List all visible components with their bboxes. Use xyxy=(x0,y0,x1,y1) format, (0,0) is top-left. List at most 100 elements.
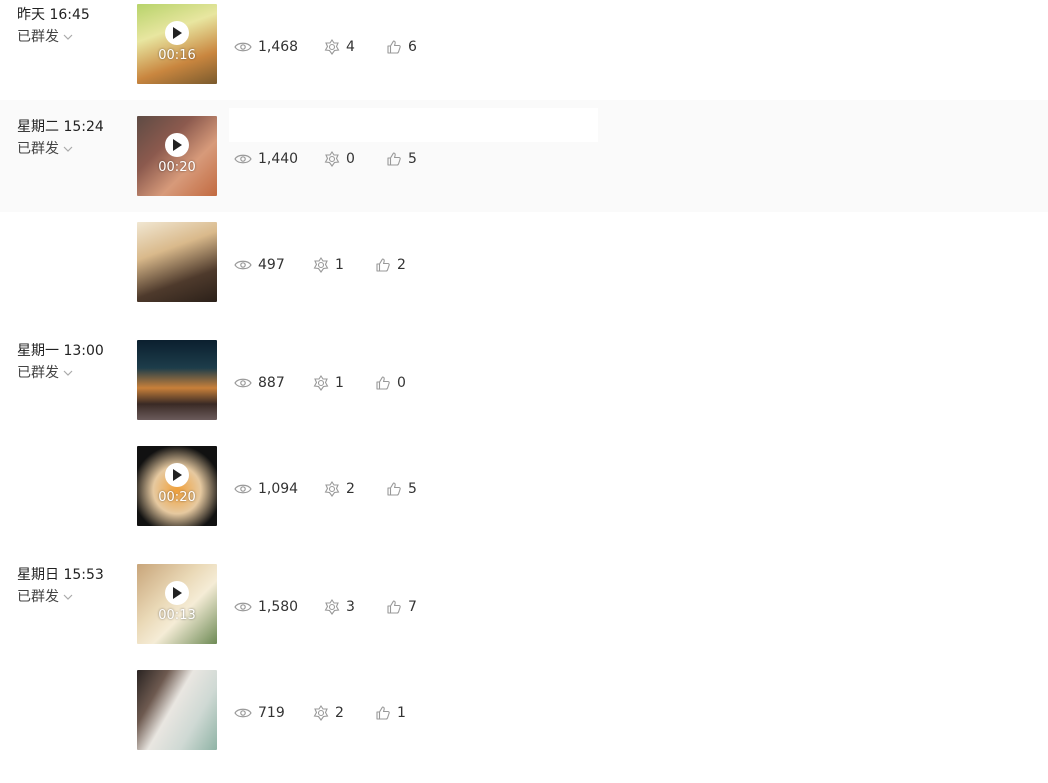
like-count: 5 xyxy=(386,481,417,497)
image-thumbnail[interactable] xyxy=(137,222,217,302)
eye-icon xyxy=(234,708,252,718)
eye-icon xyxy=(234,378,252,388)
post-group-1: 昨天 16:45 已群发 00:16 1,468 4 6 xyxy=(0,0,1048,100)
chevron-down-icon xyxy=(63,34,73,40)
share-count: 2 xyxy=(313,705,375,721)
post-stats: 719 2 1 xyxy=(234,705,406,721)
share-count-value: 3 xyxy=(346,599,355,615)
like-count-value: 6 xyxy=(408,39,417,55)
view-count-value: 719 xyxy=(258,705,285,721)
like-count-value: 2 xyxy=(397,257,406,273)
status-label: 已群发 xyxy=(17,29,59,45)
view-count: 887 xyxy=(234,375,313,391)
view-count-value: 1,440 xyxy=(258,151,299,167)
play-icon[interactable] xyxy=(165,581,189,605)
video-thumbnail[interactable]: 00:20 xyxy=(137,116,217,196)
status-dropdown[interactable]: 已群发 xyxy=(17,362,104,384)
view-count-value: 497 xyxy=(258,257,285,273)
post-time: 星期二 15:24 xyxy=(17,119,104,135)
status-label: 已群发 xyxy=(17,141,59,157)
chevron-down-icon xyxy=(63,594,73,600)
share-flower-icon xyxy=(324,39,340,55)
video-thumbnail[interactable]: 00:20 xyxy=(137,446,217,526)
video-duration: 00:13 xyxy=(158,608,196,623)
play-icon[interactable] xyxy=(165,21,189,45)
status-dropdown[interactable]: 已群发 xyxy=(17,586,104,608)
share-count-value: 2 xyxy=(346,481,355,497)
eye-icon xyxy=(234,154,252,164)
like-count: 0 xyxy=(375,375,406,391)
post-group-4-item-2: 719 2 1 xyxy=(0,654,1048,760)
view-count-value: 1,468 xyxy=(258,39,299,55)
share-flower-icon xyxy=(313,705,329,721)
post-stats: 1,580 3 7 xyxy=(234,599,417,615)
status-label: 已群发 xyxy=(17,589,59,605)
share-count: 1 xyxy=(313,375,375,391)
image-thumbnail[interactable] xyxy=(137,340,217,420)
post-group-4: 星期日 15:53 已群发 00:13 1,580 3 7 xyxy=(0,536,1048,654)
share-flower-icon xyxy=(313,257,329,273)
eye-icon xyxy=(234,602,252,612)
status-dropdown[interactable]: 已群发 xyxy=(17,138,104,160)
post-stats: 1,468 4 6 xyxy=(234,39,417,55)
view-count: 1,440 xyxy=(234,151,324,167)
video-thumbnail[interactable]: 00:16 xyxy=(137,4,217,84)
play-icon[interactable] xyxy=(165,463,189,487)
status-dropdown[interactable]: 已群发 xyxy=(17,26,90,48)
thumbs-up-icon xyxy=(387,482,401,496)
chevron-down-icon xyxy=(63,370,73,376)
share-count: 2 xyxy=(324,481,386,497)
like-count-value: 1 xyxy=(397,705,406,721)
share-count-value: 0 xyxy=(346,151,355,167)
eye-icon xyxy=(234,42,252,52)
share-flower-icon xyxy=(313,375,329,391)
view-count-value: 1,580 xyxy=(258,599,299,615)
thumbs-up-icon xyxy=(387,600,401,614)
thumbs-up-icon xyxy=(387,40,401,54)
like-count: 7 xyxy=(386,599,417,615)
like-count: 2 xyxy=(375,257,406,273)
chevron-down-icon xyxy=(63,146,73,152)
thumbs-up-icon xyxy=(387,152,401,166)
post-group-2-item-2: 497 1 2 xyxy=(0,212,1048,318)
post-meta: 星期二 15:24 已群发 xyxy=(17,116,104,160)
thumbs-up-icon xyxy=(376,258,390,272)
like-count-value: 5 xyxy=(408,151,417,167)
share-count: 0 xyxy=(324,151,386,167)
post-stats: 887 1 0 xyxy=(234,375,406,391)
share-count-value: 4 xyxy=(346,39,355,55)
post-time: 星期一 13:00 xyxy=(17,343,104,359)
post-group-2: 星期二 15:24 已群发 00:20 1,440 0 5 xyxy=(0,100,1048,212)
post-time: 星期日 15:53 xyxy=(17,567,104,583)
share-count: 3 xyxy=(324,599,386,615)
view-count-value: 887 xyxy=(258,375,285,391)
post-stats: 497 1 2 xyxy=(234,257,406,273)
video-thumbnail[interactable]: 00:13 xyxy=(137,564,217,644)
share-flower-icon xyxy=(324,151,340,167)
video-duration: 00:20 xyxy=(158,490,196,505)
share-flower-icon xyxy=(324,599,340,615)
play-icon[interactable] xyxy=(165,133,189,157)
like-count: 5 xyxy=(386,151,417,167)
video-duration: 00:16 xyxy=(158,48,196,63)
view-count: 719 xyxy=(234,705,313,721)
eye-icon xyxy=(234,484,252,494)
image-thumbnail[interactable] xyxy=(137,670,217,750)
view-count: 1,094 xyxy=(234,481,324,497)
share-count-value: 2 xyxy=(335,705,344,721)
view-count: 1,468 xyxy=(234,39,324,55)
share-count: 1 xyxy=(313,257,375,273)
view-count-value: 1,094 xyxy=(258,481,299,497)
video-duration: 00:20 xyxy=(158,160,196,175)
eye-icon xyxy=(234,260,252,270)
view-count: 1,580 xyxy=(234,599,324,615)
share-flower-icon xyxy=(324,481,340,497)
like-count-value: 7 xyxy=(408,599,417,615)
post-meta: 昨天 16:45 已群发 xyxy=(17,4,90,48)
like-count-value: 5 xyxy=(408,481,417,497)
post-group-3: 星期一 13:00 已群发 887 1 0 xyxy=(0,318,1048,430)
like-count: 1 xyxy=(375,705,406,721)
title-area xyxy=(229,108,598,142)
like-count-value: 0 xyxy=(397,375,406,391)
view-count: 497 xyxy=(234,257,313,273)
